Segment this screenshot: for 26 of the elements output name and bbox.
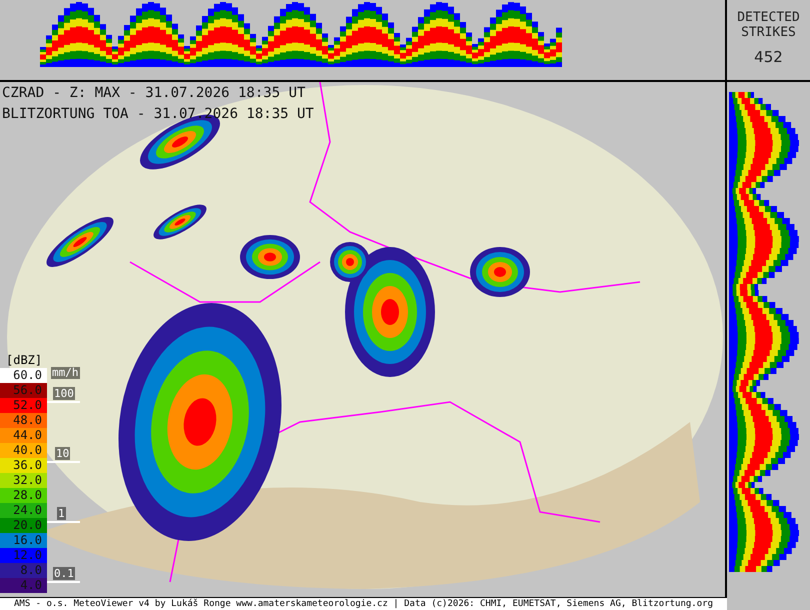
- legend-swatch: 36.0: [0, 458, 47, 473]
- legend-swatch: 44.0: [0, 428, 47, 443]
- legend-swatch: 28.0: [0, 488, 47, 503]
- footer-credits: AMS - o.s. MeteoViewer v4 by Lukáš Ronge www.amaterskameteorologie.cz | Data (c)2026: CHMI, EUMETSAT, Siemens AG, Blitzortung.org: [0, 597, 727, 610]
- legend-swatch: 20.0: [0, 518, 47, 533]
- legend-swatch: 4.0: [0, 578, 47, 593]
- rain-tick-label: 1: [57, 507, 66, 520]
- rain-unit: mm/h: [51, 367, 80, 379]
- legend-swatch: 56.0: [0, 383, 47, 398]
- legend-swatch: 52.0: [0, 398, 47, 413]
- legend-swatch: 32.0: [0, 473, 47, 488]
- rain-tick-label: 100: [53, 387, 75, 400]
- legend-swatch: 12.0: [0, 548, 47, 563]
- legend-unit: [dBZ]: [5, 352, 44, 368]
- rain-tick-label: 0.1: [53, 567, 75, 580]
- legend-swatch: 48.0: [0, 413, 47, 428]
- strikes-title: DETECTED STRIKES: [736, 10, 801, 40]
- legend-swatch: 60.0: [0, 368, 47, 383]
- legend-swatch: 16.0: [0, 533, 47, 548]
- legend-swatch: 24.0: [0, 503, 47, 518]
- legend-swatch: 40.0: [0, 443, 47, 458]
- radar-caption: BLITZORTUNG TOA - 31.07.2026 18:35 UT: [2, 105, 314, 123]
- rain-tick-label: 10: [55, 447, 70, 460]
- strike-count: 452: [754, 47, 783, 68]
- radar-caption: CZRAD - Z: MAX - 31.07.2026 18:35 UT: [2, 84, 306, 102]
- legend-swatch: 8.0: [0, 563, 47, 578]
